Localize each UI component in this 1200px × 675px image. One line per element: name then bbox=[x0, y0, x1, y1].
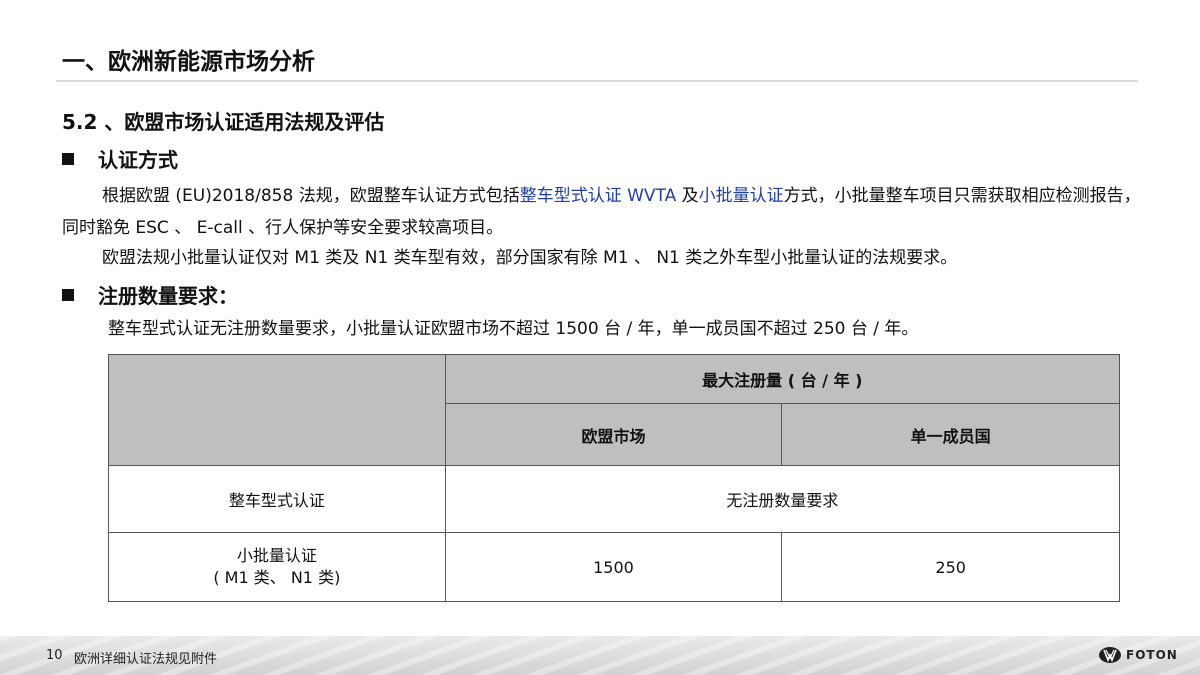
row-value-wvta: 无注册数量要求 bbox=[444, 465, 1121, 533]
table-row: 小批量认证 ( M1 类、 N1 类) 1500 250 bbox=[108, 532, 1120, 602]
small-batch-label: 小批量认证 bbox=[236, 546, 317, 565]
row-value-eu: 1500 bbox=[444, 532, 783, 602]
certification-paragraph-2: 欧盟法规小批量认证仅对 M1 类及 N1 类车型有效，部分国家有除 M1 、 N… bbox=[102, 248, 958, 268]
certification-p1-mid: 及 bbox=[676, 186, 699, 206]
registration-paragraph: 整车型式认证无注册数量要求，小批量认证欧盟市场不超过 1500 台 / 年，单一… bbox=[108, 319, 919, 339]
table-corner-cell bbox=[108, 354, 446, 466]
table-row: 整车型式认证 无注册数量要求 bbox=[108, 465, 1121, 533]
registration-heading: 注册数量要求： bbox=[62, 280, 238, 309]
foton-logo: FOTON bbox=[1098, 646, 1178, 664]
certification-heading-label: 认证方式 bbox=[98, 148, 178, 172]
logo-wordmark: FOTON bbox=[1126, 648, 1178, 662]
table-header-eu: 欧盟市场 bbox=[444, 403, 783, 466]
certification-paragraph-1: 根据欧盟 (EU)2018/858 法规，欧盟整车认证方式包括整车型式认证 WV… bbox=[62, 180, 1142, 244]
wvta-highlight: 整车型式认证 WVTA bbox=[519, 186, 677, 206]
page-title: 一、欧洲新能源市场分析 bbox=[62, 49, 315, 75]
bullet-square-icon bbox=[62, 288, 74, 301]
footer-text: 欧洲详细认证法规见附件 bbox=[74, 652, 218, 667]
footer: 10 欧洲详细认证法规见附件 FOTON bbox=[0, 636, 1200, 675]
certification-p1-before: 根据欧盟 (EU)2018/858 法规，欧盟整车认证方式包括 bbox=[102, 186, 520, 206]
page-number: 10 bbox=[46, 648, 63, 663]
registration-heading-label: 注册数量要求： bbox=[98, 284, 238, 308]
certification-heading: 认证方式 bbox=[62, 144, 178, 173]
row-value-member: 250 bbox=[781, 532, 1120, 602]
title-divider bbox=[56, 80, 1138, 82]
row-label-small-batch: 小批量认证 ( M1 类、 N1 类) bbox=[108, 532, 446, 602]
small-batch-scope: ( M1 类、 N1 类) bbox=[213, 568, 341, 587]
bullet-square-icon bbox=[62, 152, 74, 165]
section-heading: 5.2 、欧盟市场认证适用法规及评估 bbox=[62, 110, 385, 134]
registration-table: 最大注册量 ( 台 / 年 ) 欧盟市场 单一成员国 整车型式认证 无注册数量要… bbox=[108, 354, 1121, 602]
row-label-wvta: 整车型式认证 bbox=[108, 465, 446, 533]
table-header-group: 最大注册量 ( 台 / 年 ) bbox=[444, 354, 1121, 404]
table-header-member: 单一成员国 bbox=[781, 403, 1120, 466]
foton-emblem-icon bbox=[1099, 647, 1121, 663]
small-batch-highlight: 小批量认证 bbox=[698, 186, 784, 206]
